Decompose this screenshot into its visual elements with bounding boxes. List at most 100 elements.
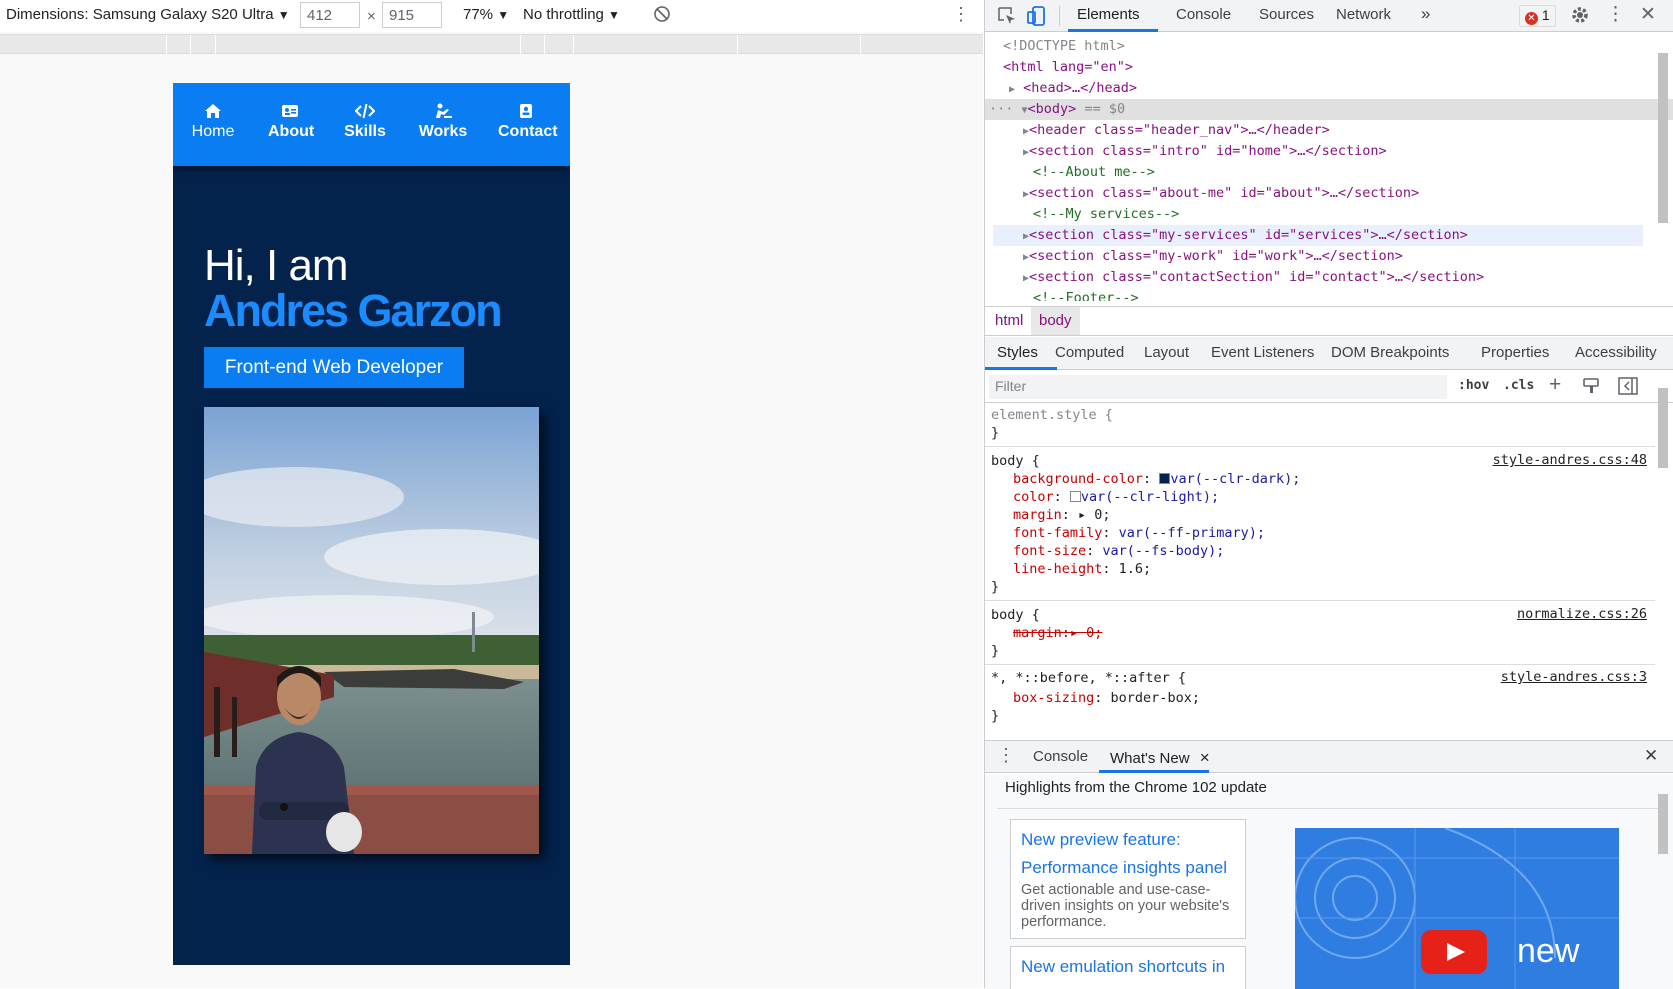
declaration[interactable]: font-size: var(--fs-body); bbox=[1013, 542, 1224, 560]
youtube-play-icon[interactable] bbox=[1421, 930, 1487, 974]
media-query-ruler[interactable] bbox=[0, 34, 983, 55]
error-counter[interactable]: ✕ 1 bbox=[1519, 5, 1556, 27]
dom-services-hovered[interactable]: ▶<section class="my-services" id="servic… bbox=[993, 225, 1643, 246]
times-sign: × bbox=[367, 8, 376, 25]
property-value: ▸ 0; bbox=[1078, 507, 1111, 523]
drawer-scrollbar[interactable] bbox=[1658, 794, 1668, 854]
drawer-menu-icon[interactable]: ⋮ bbox=[997, 745, 1015, 766]
inspect-element-icon[interactable] bbox=[997, 6, 1017, 30]
dom-comment[interactable]: <!--My services--> bbox=[985, 204, 1655, 225]
dom-about[interactable]: ▶<section class="about-me" id="about">…<… bbox=[985, 183, 1655, 204]
source-link[interactable]: normalize.css:26 bbox=[1517, 606, 1647, 622]
error-count: 1 bbox=[1541, 7, 1550, 23]
feature-card[interactable]: New emulation shortcuts in bbox=[1010, 946, 1246, 989]
nav-skills[interactable]: Skills bbox=[343, 103, 387, 141]
device-toolbar-toggle-icon[interactable] bbox=[1027, 5, 1047, 31]
normalize-rule-selector[interactable]: body { bbox=[991, 606, 1040, 624]
drawer-tab-whats-new[interactable]: What's New × bbox=[1110, 748, 1210, 768]
throttling-dropdown[interactable]: No throttling ▼ bbox=[523, 6, 620, 23]
dom-html[interactable]: <html lang="en"> bbox=[985, 57, 1655, 78]
dom-comment-footer[interactable]: <!--Footer--> bbox=[985, 288, 1655, 301]
toggle-sidebar-icon[interactable] bbox=[1618, 377, 1638, 399]
close-tab-icon[interactable]: × bbox=[1200, 748, 1210, 767]
styles-filter-bar: Filter :hov .cls + bbox=[985, 371, 1673, 403]
styles-pane: element.style { } body { style-andres.cs… bbox=[985, 403, 1655, 735]
tab-accessibility[interactable]: Accessibility bbox=[1575, 344, 1657, 361]
tab-styles[interactable]: Styles bbox=[997, 344, 1038, 361]
source-link[interactable]: style-andres.css:48 bbox=[1493, 452, 1647, 468]
tab-sources[interactable]: Sources bbox=[1259, 6, 1314, 23]
dom-header[interactable]: ▶<header class="header_nav">…</header> bbox=[985, 120, 1655, 141]
card-title[interactable]: New preview feature: bbox=[1021, 826, 1235, 854]
tab-event-listeners[interactable]: Event Listeners bbox=[1211, 344, 1314, 361]
device-dimensions-dropdown[interactable]: Dimensions: Samsung Galaxy S20 Ultra ▼ bbox=[6, 6, 290, 23]
add-rule-icon[interactable]: + bbox=[1549, 373, 1561, 397]
more-options-icon[interactable]: ⋮ bbox=[1606, 3, 1625, 26]
height-input[interactable]: 915 bbox=[382, 2, 442, 28]
dom-contact[interactable]: ▶<section class="contactSection" id="con… bbox=[985, 267, 1655, 288]
rotate-icon[interactable] bbox=[652, 4, 672, 28]
tab-computed[interactable]: Computed bbox=[1055, 344, 1124, 361]
tab-dom-breakpoints[interactable]: DOM Breakpoints bbox=[1331, 344, 1449, 361]
declaration[interactable]: color: var(--clr-light); bbox=[1013, 488, 1219, 506]
zoom-value: 77% bbox=[463, 6, 494, 23]
feature-card[interactable]: New preview feature: Performance insight… bbox=[1010, 819, 1246, 939]
zoom-dropdown[interactable]: 77% ▼ bbox=[463, 6, 509, 23]
chevron-down-icon: ▼ bbox=[277, 8, 290, 22]
body-rule-selector[interactable]: body { bbox=[991, 452, 1040, 470]
styles-scrollbar[interactable] bbox=[1658, 388, 1668, 468]
width-input[interactable]: 412 bbox=[300, 2, 360, 28]
nav-contact[interactable]: Contact bbox=[498, 103, 558, 141]
settings-gear-icon[interactable] bbox=[1570, 5, 1590, 29]
card-body: Get actionable and use-case-driven insig… bbox=[1021, 882, 1230, 930]
hov-toggle[interactable]: :hov bbox=[1458, 378, 1489, 393]
tab-elements[interactable]: Elements bbox=[1077, 6, 1140, 23]
whats-new-content: Highlights from the Chrome 102 update Ne… bbox=[985, 774, 1673, 989]
tab-properties[interactable]: Properties bbox=[1481, 344, 1549, 361]
devtools-drawer: ⋮ Console What's New × ✕ Highlights from… bbox=[985, 740, 1673, 989]
color-swatch[interactable] bbox=[1159, 473, 1171, 484]
more-options-icon[interactable]: ⋮ bbox=[952, 4, 970, 25]
card-title[interactable]: Performance insights panel bbox=[1021, 854, 1235, 882]
nav-home[interactable]: Home bbox=[191, 103, 235, 141]
expand-arrow-icon[interactable]: ▶ bbox=[1009, 84, 1015, 95]
drawer-tab-console[interactable]: Console bbox=[1033, 748, 1088, 765]
dom-work[interactable]: ▶<section class="my-work" id="work">…</s… bbox=[985, 246, 1655, 267]
rule-close: } bbox=[991, 579, 1000, 595]
element-style-selector[interactable]: element.style { bbox=[991, 406, 1113, 424]
tab-layout[interactable]: Layout bbox=[1144, 344, 1189, 361]
intro-name: Andres Garzon bbox=[204, 285, 503, 336]
intro-greeting: Hi, I am bbox=[204, 241, 349, 290]
styles-filter-input[interactable]: Filter bbox=[989, 375, 1447, 399]
universal-rule-selector[interactable]: *, *::before, *::after { bbox=[991, 669, 1186, 687]
paint-brush-icon[interactable] bbox=[1582, 377, 1600, 399]
declaration[interactable]: background-color: var(--clr-dark); bbox=[1013, 470, 1300, 488]
whats-new-video-thumbnail[interactable]: new bbox=[1295, 828, 1619, 989]
overridden-declaration[interactable]: margin:▸ 0; bbox=[1013, 624, 1102, 642]
source-link[interactable]: style-andres.css:3 bbox=[1501, 669, 1647, 685]
declaration[interactable]: margin: ▸ 0; bbox=[1013, 506, 1111, 524]
close-icon[interactable]: ✕ bbox=[1640, 3, 1656, 26]
site-header-nav: Home About Skills Works Contact bbox=[173, 83, 570, 166]
card-title[interactable]: New emulation shortcuts in bbox=[1021, 953, 1235, 981]
dimensions-label: Dimensions: Samsung Galaxy S20 Ultra bbox=[6, 6, 274, 23]
nav-about[interactable]: About bbox=[268, 103, 314, 141]
dom-intro[interactable]: ▶<section class="intro" id="home">…</sec… bbox=[985, 141, 1655, 162]
color-swatch[interactable] bbox=[1069, 491, 1081, 502]
dom-comment[interactable]: <!--About me--> bbox=[985, 162, 1655, 183]
cls-toggle[interactable]: .cls bbox=[1503, 378, 1534, 393]
declaration[interactable]: box-sizing: border-box; bbox=[1013, 689, 1200, 707]
declaration[interactable]: line-height: 1.6; bbox=[1013, 560, 1151, 578]
close-drawer-icon[interactable]: ✕ bbox=[1644, 746, 1658, 766]
breadcrumb-html[interactable]: html bbox=[995, 312, 1023, 329]
tab-network[interactable]: Network bbox=[1336, 6, 1391, 23]
more-tabs-icon[interactable]: » bbox=[1421, 4, 1430, 24]
dom-scrollbar[interactable] bbox=[1658, 53, 1668, 223]
dom-head[interactable]: ▶ <head>…</head> bbox=[985, 78, 1655, 99]
dom-doctype[interactable]: <!DOCTYPE html> bbox=[985, 36, 1655, 57]
nav-works[interactable]: Works bbox=[418, 103, 468, 141]
declaration[interactable]: font-family: var(--ff-primary); bbox=[1013, 524, 1265, 542]
tab-console[interactable]: Console bbox=[1176, 6, 1231, 23]
breadcrumb-body[interactable]: body bbox=[1031, 307, 1080, 335]
dom-body-selected[interactable]: ··· ▼<body> == $0 bbox=[985, 99, 1673, 120]
